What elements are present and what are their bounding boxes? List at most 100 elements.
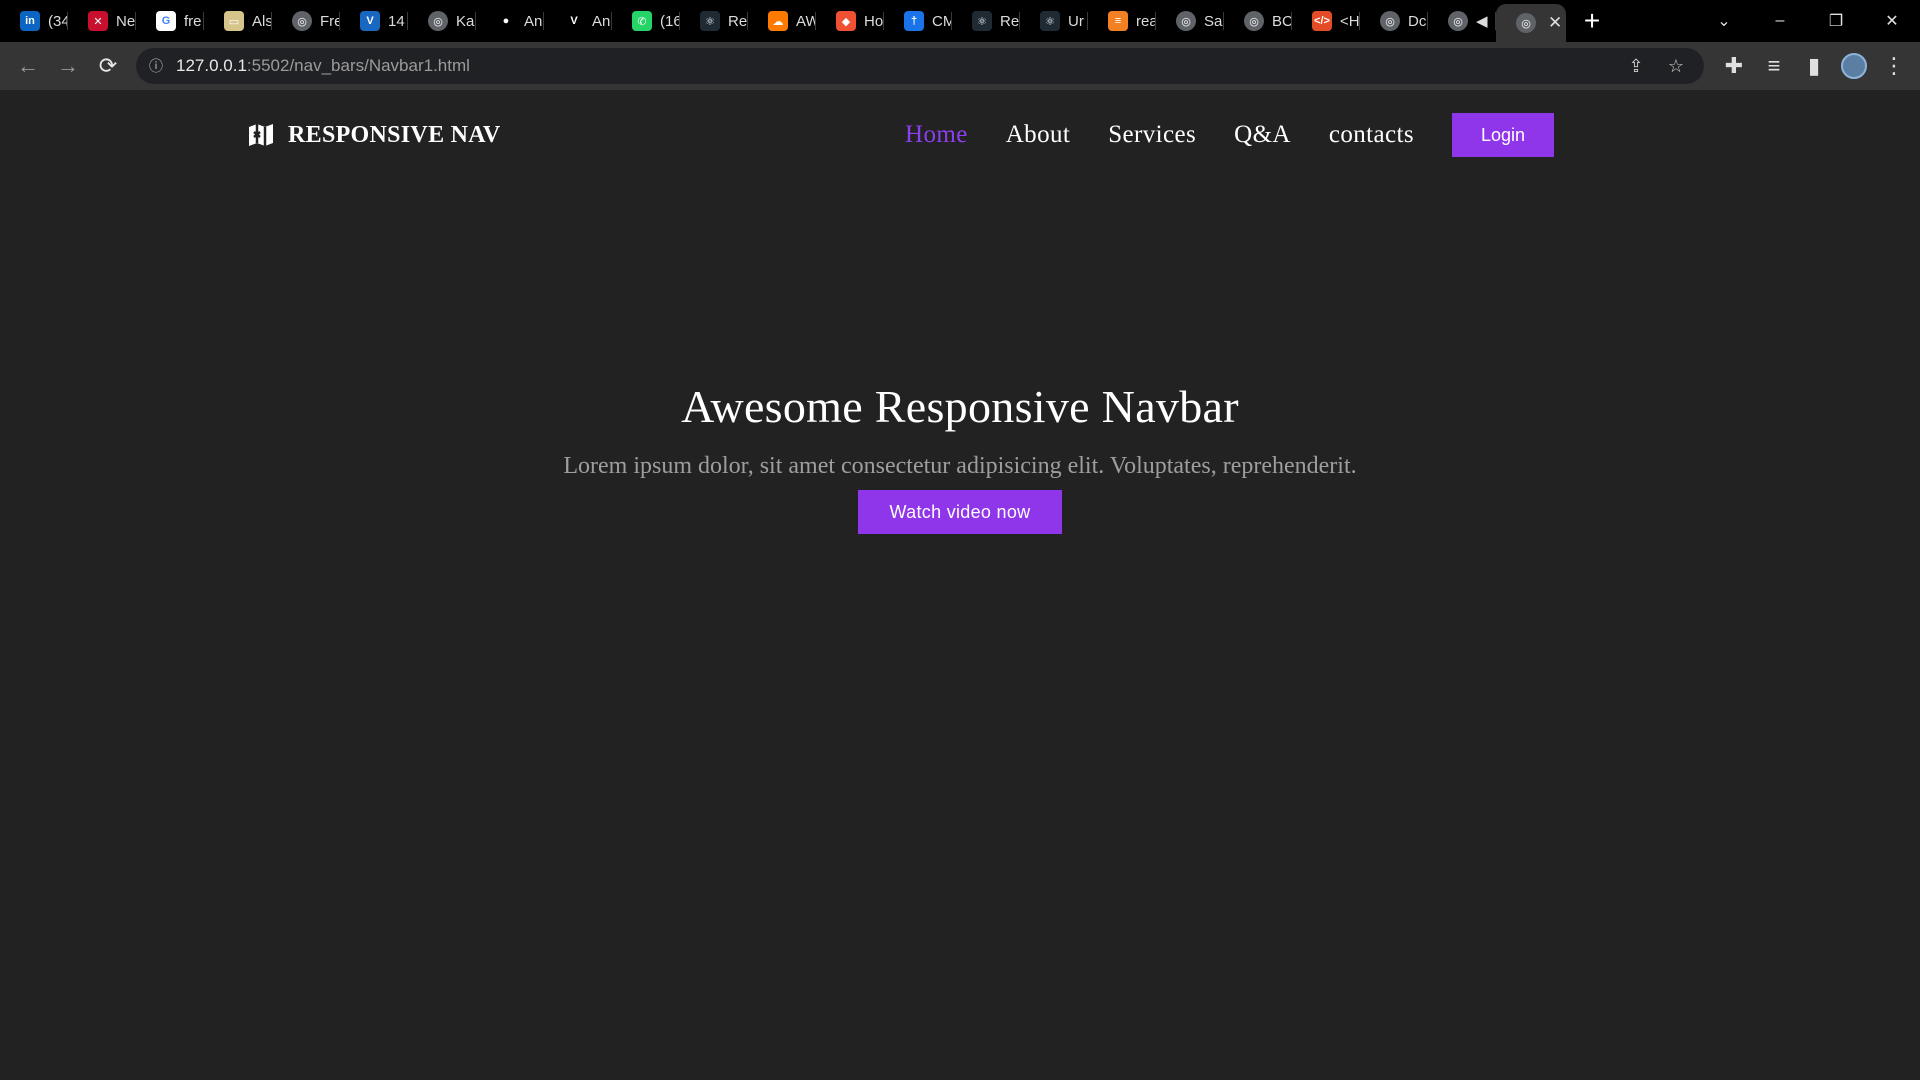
address-bar-actions: ⇪ ☆ xyxy=(1616,48,1696,84)
browser-tab[interactable]: ◎ Sa xyxy=(1156,0,1224,42)
browser-tab[interactable]: V An xyxy=(544,0,612,42)
nav-link-contacts[interactable]: contacts xyxy=(1329,121,1414,149)
browser-tab[interactable]: </> <H xyxy=(1292,0,1360,42)
browser-tab[interactable]: V 14 xyxy=(340,0,408,42)
close-tab-icon[interactable]: ✕ xyxy=(1548,13,1562,33)
share-icon[interactable]: ⇪ xyxy=(1616,56,1656,77)
vercel-icon: V xyxy=(564,11,584,31)
nav-link-services[interactable]: Services xyxy=(1108,121,1196,149)
hero-text: Lorem ipsum dolor, sit amet consectetur … xyxy=(563,453,1357,479)
browser-tab[interactable]: ⚛ Re xyxy=(952,0,1020,42)
react-icon: ⚛ xyxy=(1040,11,1060,31)
toolbar-extras: ✚ ≡ ▮ ⋮ xyxy=(1714,42,1920,90)
nav-link-home[interactable]: Home xyxy=(905,121,968,149)
reload-icon[interactable]: ⟳ xyxy=(88,46,128,86)
tab-title: fre xyxy=(184,12,202,30)
site-logo[interactable]: RESPONSIVE NAV xyxy=(246,120,500,150)
tab-title: Kal xyxy=(456,12,476,30)
tab-title: <H xyxy=(1340,12,1360,30)
avatar xyxy=(1841,53,1867,79)
browser-tab[interactable]: ☁ AW xyxy=(748,0,816,42)
reading-list-icon[interactable]: ≡ xyxy=(1754,46,1794,86)
browser-tab[interactable]: ▭ Als xyxy=(204,0,272,42)
accessibility-icon: † xyxy=(904,11,924,31)
new-tab-button[interactable]: + xyxy=(1566,0,1618,42)
hero-title: Awesome Responsive Navbar xyxy=(681,381,1239,432)
browser-tab[interactable]: † CM xyxy=(884,0,952,42)
browser-tab[interactable]: ◎ Fre xyxy=(272,0,340,42)
tab-title: Fre xyxy=(320,12,340,30)
stackoverflow-icon: ≡ xyxy=(1108,11,1128,31)
tab-title: CM xyxy=(932,12,952,30)
globe-icon: ◎ xyxy=(1380,11,1400,31)
cloud-icon: ☁ xyxy=(768,11,788,31)
browser-tab[interactable]: ◎ ◀ xyxy=(1428,0,1496,42)
browser-tab[interactable]: ● An xyxy=(476,0,544,42)
tab-search-icon[interactable]: ⌄ xyxy=(1696,0,1752,42)
tab-title: Ur xyxy=(1068,12,1084,30)
hero-section: Awesome Responsive Navbar Lorem ipsum do… xyxy=(0,380,1920,534)
git-icon: ◆ xyxy=(836,11,856,31)
close-window-button[interactable]: ✕ xyxy=(1864,0,1920,42)
watch-video-button[interactable]: Watch video now xyxy=(858,490,1062,534)
url-text[interactable]: 127.0.0.1:5502/nav_bars/Navbar1.html xyxy=(176,56,470,76)
browser-tab[interactable]: ≡ rea xyxy=(1088,0,1156,42)
tab-title: Ne xyxy=(116,12,136,30)
globe-icon: ◎ xyxy=(428,11,448,31)
site-info-icon[interactable]: ⓘ xyxy=(136,56,176,76)
browser-tab[interactable]: in (34 xyxy=(0,0,68,42)
browser-tab[interactable]: ✕ Ne xyxy=(68,0,136,42)
page-viewport: RESPONSIVE NAV Home About Services Q&A conta… xyxy=(0,90,1920,1080)
globe-icon: ◎ xyxy=(1176,11,1196,31)
netlify-fox-icon: ✕ xyxy=(88,11,108,31)
google-icon: G xyxy=(156,11,176,31)
html-code-icon: </> xyxy=(1312,11,1332,31)
react-icon: ⚛ xyxy=(700,11,720,31)
browser-tab[interactable]: ⚛ Ur xyxy=(1020,0,1088,42)
vuetify-icon: V xyxy=(360,11,380,31)
tab-title: An xyxy=(524,12,543,30)
restore-button[interactable]: ❐ xyxy=(1808,0,1864,42)
extensions-puzzle-icon[interactable]: ✚ xyxy=(1714,46,1754,86)
browser-tab[interactable]: ◎ Kal xyxy=(408,0,476,42)
logo-text: RESPONSIVE NAV xyxy=(288,121,501,148)
minimize-button[interactable]: – xyxy=(1752,0,1808,42)
tab-title: (34 xyxy=(48,12,68,30)
browser-tab[interactable]: ✆ (16 xyxy=(612,0,680,42)
tab-title: Als xyxy=(252,12,272,30)
tab-title: Sa xyxy=(1204,12,1223,30)
browser-tab[interactable]: ◎ Dc xyxy=(1360,0,1428,42)
tab-list: in (34 ✕ Ne Gfre ▭ Als ◎ Fre V 14 ◎ Kal ● An V An ✆ (16 ⚛ Re… xyxy=(0,0,1496,42)
tab-title: Re xyxy=(728,12,748,30)
profile-avatar[interactable] xyxy=(1834,46,1874,86)
github-icon: ● xyxy=(496,11,516,31)
tab-title: (16 xyxy=(660,12,680,30)
tab-active[interactable]: ◎ ✕ xyxy=(1496,4,1566,42)
nav-link-qa[interactable]: Q&A xyxy=(1234,121,1291,149)
logo-map-icon xyxy=(246,120,276,150)
tab-title: ◀ xyxy=(1476,13,1488,30)
nav-link-about[interactable]: About xyxy=(1006,121,1071,149)
tab-title: Re xyxy=(1000,12,1020,30)
whatsapp-icon: ✆ xyxy=(632,11,652,31)
site-navbar: RESPONSIVE NAV Home About Services Q&A conta… xyxy=(0,90,1920,180)
globe-icon: ◎ xyxy=(1244,11,1264,31)
url-host: 127.0.0.1 xyxy=(176,56,247,75)
tab-title: Dc xyxy=(1408,12,1427,30)
menu-kebab-icon[interactable]: ⋮ xyxy=(1874,46,1914,86)
address-bar[interactable]: ⓘ 127.0.0.1:5502/nav_bars/Navbar1.html ⇪… xyxy=(136,48,1704,84)
side-panel-icon[interactable]: ▮ xyxy=(1794,46,1834,86)
bookmark-star-icon[interactable]: ☆ xyxy=(1656,56,1696,77)
browser-tab[interactable]: ◎ BC xyxy=(1224,0,1292,42)
forward-arrow-icon[interactable]: → xyxy=(48,46,88,86)
browser-tab[interactable]: ◆ Ho xyxy=(816,0,884,42)
browser-tab[interactable]: Gfre xyxy=(136,0,204,42)
window-controls: ⌄ – ❐ ✕ xyxy=(1696,0,1920,42)
tab-title: AW xyxy=(796,12,816,30)
browser-tab[interactable]: ⚛ Re xyxy=(680,0,748,42)
tab-title: Ho xyxy=(864,12,884,30)
browser-tab-strip: in (34 ✕ Ne Gfre ▭ Als ◎ Fre V 14 ◎ Kal ● An V An ✆ (16 ⚛ Re… xyxy=(0,0,1920,42)
back-arrow-icon[interactable]: ← xyxy=(8,46,48,86)
login-button[interactable]: Login xyxy=(1452,113,1554,157)
tab-title: 14 xyxy=(388,12,405,30)
